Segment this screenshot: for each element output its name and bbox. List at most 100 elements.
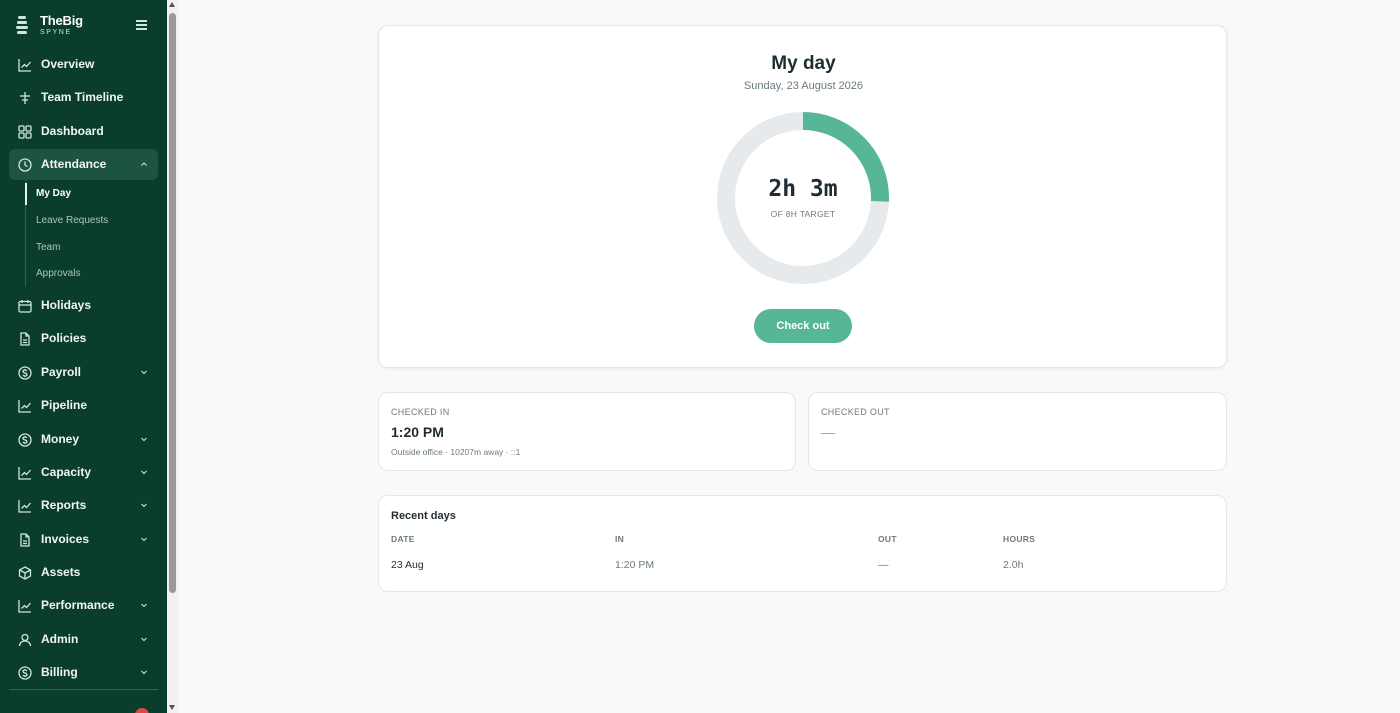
sidebar-item-label: Billing bbox=[41, 665, 78, 679]
scrollbar-thumb[interactable] bbox=[169, 13, 176, 593]
attendance-subnav: My Day Leave Requests Team Approvals bbox=[25, 181, 155, 287]
sidebar-item-invoices[interactable]: Invoices bbox=[9, 524, 158, 555]
timeline-icon bbox=[18, 91, 32, 105]
sidebar-item-assets[interactable]: Assets bbox=[9, 557, 158, 588]
sidebar-item-policies[interactable]: Policies bbox=[9, 323, 158, 354]
table-cell-out: — bbox=[878, 559, 889, 571]
sidebar-item-pipeline[interactable]: Pipeline bbox=[9, 390, 158, 421]
checked-out-time: — bbox=[821, 424, 835, 440]
recent-days-card: Recent days DATE IN OUT HOURS 23 Aug 1:2… bbox=[378, 495, 1227, 592]
sidebar-scrollbar[interactable] bbox=[167, 0, 178, 713]
sidebar-item-dashboard[interactable]: Dashboard bbox=[9, 116, 158, 147]
document-icon bbox=[18, 332, 32, 346]
sidebar-item-label: Money bbox=[41, 432, 80, 446]
chevron-up-icon[interactable] bbox=[140, 160, 148, 168]
hamburger-menu-icon[interactable] bbox=[136, 20, 147, 30]
sidebar-item-label: Overview bbox=[41, 57, 95, 71]
column-header-out: OUT bbox=[878, 534, 897, 544]
chevron-down-icon[interactable] bbox=[140, 601, 148, 609]
user-icon bbox=[18, 633, 32, 647]
subnav-label: Leave Requests bbox=[36, 215, 109, 226]
dollar-icon bbox=[18, 366, 32, 380]
subnav-label: My Day bbox=[36, 188, 72, 199]
brand-name: TheBig bbox=[40, 13, 83, 28]
box-icon bbox=[18, 566, 32, 580]
sidebar-item-holidays[interactable]: Holidays bbox=[9, 290, 158, 321]
trend-icon bbox=[18, 58, 32, 72]
sidebar-item-label: Reports bbox=[41, 498, 87, 512]
sidebar-item-performance[interactable]: Performance bbox=[9, 590, 158, 621]
sidebar-item-label: Team Timeline bbox=[41, 90, 124, 104]
trend-icon bbox=[18, 399, 32, 413]
sidebar-item-billing[interactable]: Billing bbox=[9, 657, 158, 688]
worked-time: 2h 3m bbox=[768, 176, 838, 202]
sidebar-item-label: Policies bbox=[41, 331, 87, 345]
sidebar-item-reports[interactable]: Reports bbox=[9, 490, 158, 521]
brand-subtitle: SPYNE bbox=[40, 29, 72, 36]
sidebar-item-label: Payroll bbox=[41, 365, 82, 379]
chevron-down-icon[interactable] bbox=[140, 468, 148, 476]
column-header-hours: HOURS bbox=[1003, 534, 1036, 544]
sidebar-item-team-timeline[interactable]: Team Timeline bbox=[9, 82, 158, 113]
subnav-label: Approvals bbox=[36, 268, 81, 279]
calendar-icon bbox=[18, 299, 32, 313]
sidebar: TheBig SPYNE Overview Team Timeline Dash… bbox=[0, 0, 167, 713]
document-icon bbox=[18, 533, 32, 547]
sidebar-item-label: Invoices bbox=[41, 532, 90, 546]
trend-icon bbox=[18, 466, 32, 480]
chevron-down-icon[interactable] bbox=[140, 535, 148, 543]
chevron-down-icon[interactable] bbox=[140, 501, 148, 509]
column-header-in: IN bbox=[615, 534, 625, 544]
table-cell-date: 23 Aug bbox=[391, 559, 424, 571]
brand[interactable]: TheBig SPYNE bbox=[16, 13, 156, 39]
chevron-down-icon[interactable] bbox=[140, 668, 148, 676]
sidebar-item-attendance[interactable]: Attendance bbox=[9, 149, 158, 180]
trend-icon bbox=[18, 599, 32, 613]
sidebar-item-label: Admin bbox=[41, 632, 79, 646]
clock-icon bbox=[18, 158, 32, 172]
subnav-item-team[interactable]: Team bbox=[26, 237, 156, 259]
table-cell-hours: 2.0h bbox=[1003, 559, 1024, 571]
scroll-down-arrow-icon[interactable] bbox=[169, 705, 175, 710]
sidebar-divider bbox=[9, 689, 158, 690]
checked-in-label: CHECKED IN bbox=[391, 407, 450, 417]
target-caption: OF 8H TARGET bbox=[770, 209, 836, 219]
chevron-down-icon[interactable] bbox=[140, 635, 148, 643]
check-out-button[interactable]: Check out bbox=[754, 309, 852, 343]
checked-out-card: CHECKED OUT — bbox=[808, 392, 1227, 471]
sidebar-item-label: Dashboard bbox=[41, 124, 104, 138]
checked-out-label: CHECKED OUT bbox=[821, 407, 890, 417]
sidebar-item-money[interactable]: Money bbox=[9, 424, 158, 455]
subnav-item-leave-requests[interactable]: Leave Requests bbox=[26, 210, 156, 232]
sidebar-item-label: Assets bbox=[41, 565, 81, 579]
sidebar-item-payroll[interactable]: Payroll bbox=[9, 357, 158, 388]
subnav-item-my-day[interactable]: My Day bbox=[25, 183, 155, 205]
dollar-icon bbox=[18, 666, 32, 680]
recent-days-title: Recent days bbox=[391, 510, 456, 522]
sidebar-item-admin[interactable]: Admin bbox=[9, 624, 158, 655]
checked-in-card: CHECKED IN 1:20 PM Outside office · 1020… bbox=[378, 392, 796, 471]
chevron-down-icon[interactable] bbox=[140, 368, 148, 376]
sidebar-item-label: Performance bbox=[41, 598, 115, 612]
sidebar-item-label: Attendance bbox=[41, 157, 107, 171]
sidebar-item-label: Pipeline bbox=[41, 398, 88, 412]
table-cell-in: 1:20 PM bbox=[615, 559, 655, 571]
sidebar-item-label: Capacity bbox=[41, 465, 92, 479]
notification-badge bbox=[135, 708, 149, 713]
scroll-up-arrow-icon[interactable] bbox=[169, 2, 175, 7]
dollar-icon bbox=[18, 433, 32, 447]
column-header-date: DATE bbox=[391, 534, 415, 544]
logo-icon bbox=[16, 16, 28, 34]
sidebar-item-overview[interactable]: Overview bbox=[9, 49, 158, 80]
subnav-item-approvals[interactable]: Approvals bbox=[26, 263, 156, 285]
checked-in-location-note: Outside office · 10207m away · ::1 bbox=[391, 447, 521, 457]
checked-in-time: 1:20 PM bbox=[391, 424, 444, 440]
sidebar-item-capacity[interactable]: Capacity bbox=[9, 457, 158, 488]
current-date: Sunday, 23 August 2026 bbox=[743, 80, 864, 92]
grid-icon bbox=[18, 125, 32, 139]
trend-icon bbox=[18, 499, 32, 513]
sidebar-item-label: Holidays bbox=[41, 298, 92, 312]
my-day-card: My day Sunday, 23 August 2026 2h 3m OF 8… bbox=[378, 25, 1227, 368]
chevron-down-icon[interactable] bbox=[140, 435, 148, 443]
page-title: My day bbox=[771, 53, 836, 74]
